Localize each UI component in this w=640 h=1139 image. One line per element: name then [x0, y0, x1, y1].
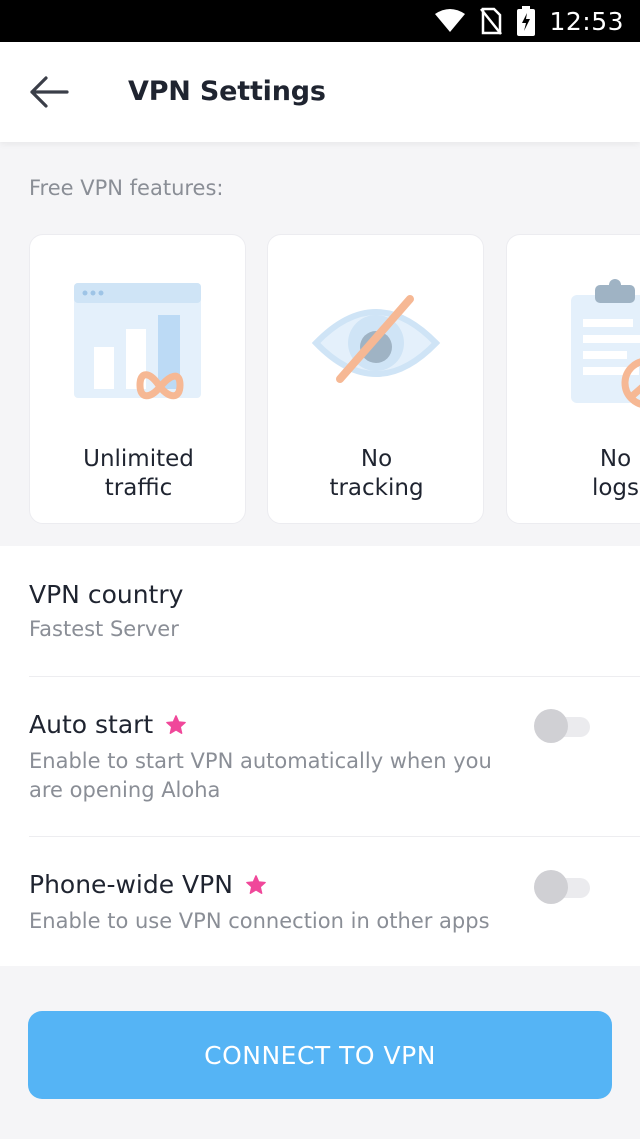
feature-card-unlimited-traffic: Unlimited traffic	[29, 234, 246, 524]
status-icons: 12:53	[435, 0, 624, 42]
wifi-icon	[435, 9, 466, 32]
battery-charging-icon	[517, 6, 536, 36]
feature-label: No tracking	[329, 446, 424, 501]
status-bar: 12:53	[0, 0, 640, 42]
divider	[29, 676, 640, 677]
phone-wide-toggle[interactable]	[534, 870, 592, 904]
no-sim-icon	[480, 7, 503, 35]
auto-start-toggle[interactable]	[534, 709, 592, 743]
vpn-country-value: Fastest Server	[29, 617, 179, 641]
feature-card-no-logs: No logs	[506, 234, 640, 524]
unlimited-traffic-icon	[74, 283, 201, 400]
feature-card-no-tracking: No tracking	[267, 234, 484, 524]
back-button[interactable]	[18, 64, 80, 120]
premium-star-icon	[246, 874, 266, 894]
premium-star-icon	[166, 714, 187, 734]
toggle-thumb	[534, 870, 568, 904]
phone-wide-title-row: Phone-wide VPN	[29, 870, 611, 899]
connect-vpn-button[interactable]: CONNECT TO VPN	[28, 1011, 612, 1099]
auto-start-description: Enable to start VPN automatically when y…	[29, 749, 492, 802]
settings-list: VPN country Fastest Server Auto start En…	[0, 546, 640, 966]
app-bar: VPN Settings	[0, 42, 640, 142]
back-arrow-icon	[30, 76, 69, 108]
page-title: VPN Settings	[128, 76, 326, 107]
auto-start-title-row: Auto start	[29, 710, 611, 739]
vpn-country-row[interactable]: VPN country Fastest Server	[29, 580, 611, 644]
auto-start-title: Auto start	[29, 710, 154, 739]
feature-label: No logs	[591, 446, 640, 501]
no-tracking-icon	[311, 295, 441, 383]
phone-wide-vpn-row: Phone-wide VPN Enable to use VPN connect…	[29, 870, 611, 936]
auto-start-row: Auto start Enable to start VPN automatic…	[29, 710, 611, 805]
features-carousel[interactable]: Unlimited traffic No tracking No logs	[0, 234, 640, 526]
features-label: Free VPN features:	[29, 176, 224, 200]
vpn-country-title: VPN country	[29, 580, 184, 609]
no-logs-icon	[571, 279, 640, 408]
feature-label: Unlimited traffic	[83, 446, 194, 501]
divider	[29, 836, 640, 837]
status-time: 12:53	[549, 6, 624, 36]
toggle-thumb	[534, 709, 568, 743]
phone-wide-title: Phone-wide VPN	[29, 870, 233, 899]
phone-wide-description: Enable to use VPN connection in other ap…	[29, 909, 490, 933]
